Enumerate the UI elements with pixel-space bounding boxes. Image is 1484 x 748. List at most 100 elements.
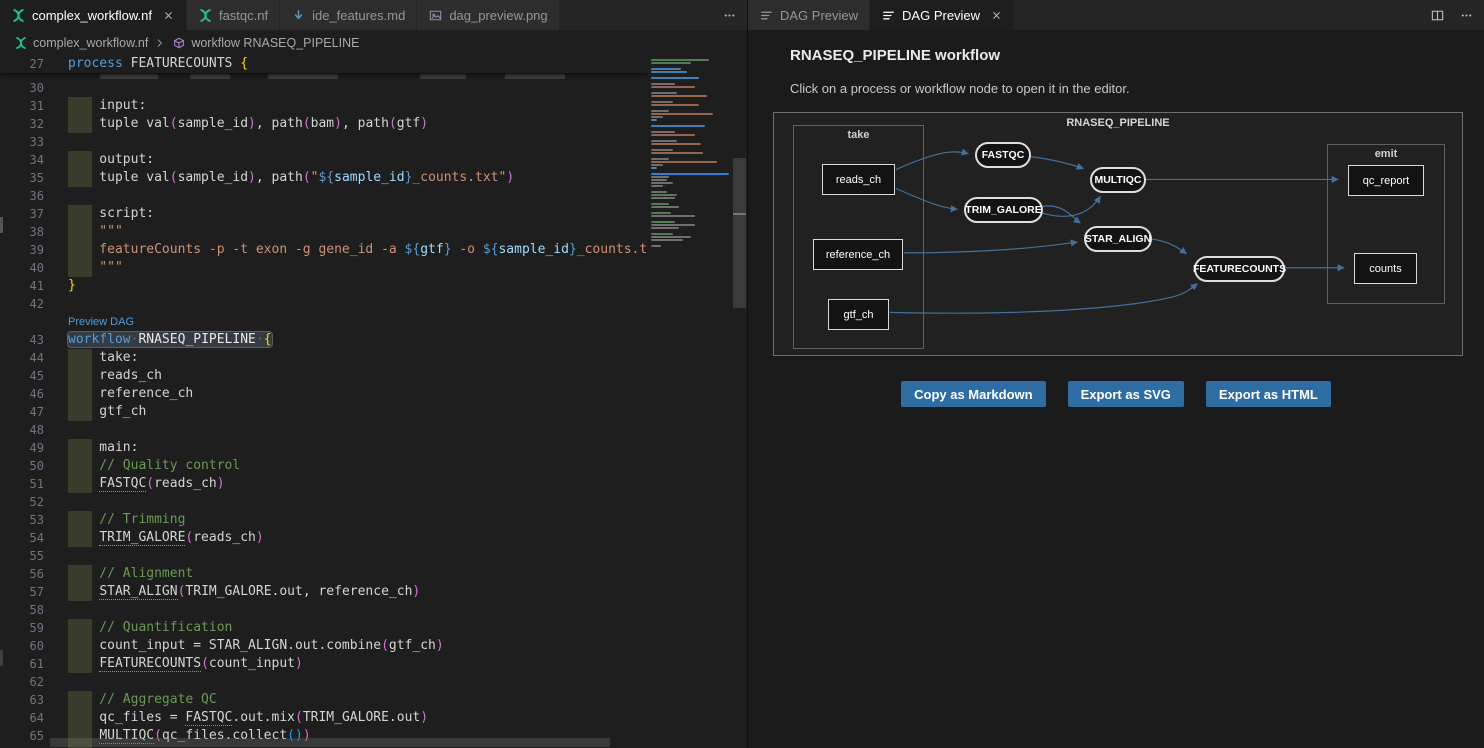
tab-left-ide-features-md[interactable]: ide_features.md <box>280 0 417 30</box>
occurrence-highlight: workflow·RNASEQ_PIPELINE·{ <box>68 332 272 347</box>
line-number: 50 <box>0 457 44 475</box>
tab-label: fastqc.nf <box>219 8 268 23</box>
code-line[interactable]: 35 tuple val(sample_id), path("${sample_… <box>0 169 648 187</box>
dag-edge-FASTQC-to-MULTIQC <box>1031 157 1084 169</box>
code-line[interactable]: 55 <box>0 547 648 565</box>
dag-edge-reference_ch-to-STAR_ALIGN <box>904 242 1078 253</box>
minimap[interactable] <box>648 55 732 748</box>
code-line[interactable]: 64 qc_files = FASTQC.out.mix(TRIM_GALORE… <box>0 709 648 727</box>
sticky-scroll-line[interactable]: 27process FEATURECOUNTS { <box>0 55 648 73</box>
line-number: 37 <box>0 205 44 223</box>
code-line[interactable]: 60 count_input = STAR_ALIGN.out.combine(… <box>0 637 648 655</box>
more-actions-icon[interactable] <box>722 8 737 23</box>
code-line[interactable]: 27process FEATURECOUNTS { <box>0 55 648 73</box>
right-tabbar: DAG PreviewDAG Preview <box>748 0 1484 30</box>
dag-node-fastqc[interactable]: FASTQC <box>975 142 1031 168</box>
preview-dag-codelens-link[interactable]: Preview DAG <box>68 313 134 331</box>
breadcrumb-symbol[interactable]: workflow RNASEQ_PIPELINE <box>191 36 359 50</box>
code-line[interactable]: 39 featureCounts -p -t exon -g gene_id -… <box>0 241 648 259</box>
tab-label: dag_preview.png <box>449 8 547 23</box>
line-number: 27 <box>0 55 44 73</box>
code-editor[interactable]: 27process FEATURECOUNTS { 3031 input:32 … <box>0 55 747 748</box>
code-line[interactable]: 38 """ <box>0 223 648 241</box>
more-actions-icon[interactable] <box>1459 8 1474 23</box>
nextflow-icon <box>198 8 213 23</box>
code-line[interactable]: 48 <box>0 421 648 439</box>
code-line[interactable]: 61 FEATURECOUNTS(count_input) <box>0 655 648 673</box>
code-line[interactable]: 45 reads_ch <box>0 367 648 385</box>
chevron-right-icon <box>153 36 167 50</box>
code-line[interactable]: 40 """ <box>0 259 648 277</box>
line-number: 52 <box>0 493 44 511</box>
dag-node-gtf_ch[interactable]: gtf_ch <box>828 299 889 330</box>
code-line[interactable]: 33 <box>0 133 648 151</box>
code-line[interactable]: 58 <box>0 601 648 619</box>
code-text: } <box>68 277 76 295</box>
tab-left-dag-preview-png[interactable]: dag_preview.png <box>417 0 559 30</box>
code-line[interactable]: 54 TRIM_GALORE(reads_ch) <box>0 529 648 547</box>
code-line[interactable]: 47 gtf_ch <box>0 403 648 421</box>
code-line[interactable]: 49 main: <box>0 439 648 457</box>
code-text: tuple val(sample_id), path("${sample_id}… <box>68 169 514 187</box>
close-icon[interactable] <box>990 9 1003 22</box>
code-line[interactable]: 52 <box>0 493 648 511</box>
line-number: 45 <box>0 367 44 385</box>
line-number: 57 <box>0 583 44 601</box>
code-line[interactable]: 34 output: <box>0 151 648 169</box>
code-line[interactable]: 32 tuple val(sample_id), path(bam), path… <box>0 115 648 133</box>
tab-label: ide_features.md <box>312 8 405 23</box>
code-line[interactable]: 51 FASTQC(reads_ch) <box>0 475 648 493</box>
code-line[interactable]: 37 script: <box>0 205 648 223</box>
horizontal-scrollbar[interactable] <box>50 738 610 747</box>
dag-node-reference_ch[interactable]: reference_ch <box>813 239 903 270</box>
line-number: 56 <box>0 565 44 583</box>
export-as-svg-button[interactable]: Export as SVG <box>1068 381 1184 407</box>
code-line[interactable]: 57 STAR_ALIGN(TRIM_GALORE.out, reference… <box>0 583 648 601</box>
code-text: featureCounts -p -t exon -g gene_id -a $… <box>68 241 648 259</box>
code-line[interactable]: 50 // Quality control <box>0 457 648 475</box>
vertical-scrollbar[interactable] <box>733 158 746 308</box>
code-line[interactable]: 41} <box>0 277 648 295</box>
line-number: 62 <box>0 673 44 691</box>
tab-left-complex-workflow-nf[interactable]: complex_workflow.nf <box>0 0 187 30</box>
partially-scrolled-line <box>0 73 648 79</box>
dag-node-counts[interactable]: counts <box>1354 253 1417 284</box>
tab-right-dag-preview[interactable]: DAG Preview <box>870 0 1015 30</box>
line-number: 53 <box>0 511 44 529</box>
code-line[interactable]: 43workflow·RNASEQ_PIPELINE·{ <box>0 331 648 349</box>
code-line[interactable]: 30 <box>0 79 648 97</box>
dag-node-trim_galore[interactable]: TRIM_GALORE <box>964 197 1043 223</box>
breadcrumb-file[interactable]: complex_workflow.nf <box>33 36 148 50</box>
code-line[interactable]: 62 <box>0 673 648 691</box>
dag-node-featurecounts[interactable]: FEATURECOUNTS <box>1194 256 1285 282</box>
symbol-workflow-icon <box>172 36 186 50</box>
code-lines[interactable]: 3031 input:32 tuple val(sample_id), path… <box>0 79 648 748</box>
code-line[interactable]: 42 <box>0 295 648 313</box>
split-editor-icon[interactable] <box>1430 8 1445 23</box>
code-line[interactable]: 31 input: <box>0 97 648 115</box>
copy-as-markdown-button[interactable]: Copy as Markdown <box>901 381 1045 407</box>
code-line[interactable]: 46 reference_ch <box>0 385 648 403</box>
close-icon[interactable] <box>162 9 175 22</box>
dag-node-reads_ch[interactable]: reads_ch <box>822 164 895 195</box>
dag-node-star_align[interactable]: STAR_ALIGN <box>1084 226 1152 252</box>
tab-right-dag-preview[interactable]: DAG Preview <box>748 0 870 30</box>
code-line[interactable]: 59 // Quantification <box>0 619 648 637</box>
code-text: input: <box>68 97 146 115</box>
export-as-html-button[interactable]: Export as HTML <box>1206 381 1331 407</box>
code-line[interactable]: 36 <box>0 187 648 205</box>
tab-left-fastqc-nf[interactable]: fastqc.nf <box>187 0 280 30</box>
code-text: output: <box>68 151 154 169</box>
code-line[interactable]: 63 // Aggregate QC <box>0 691 648 709</box>
line-number: 63 <box>0 691 44 709</box>
code-line[interactable]: 56 // Alignment <box>0 565 648 583</box>
dag-node-multiqc[interactable]: MULTIQC <box>1090 167 1146 193</box>
code-line[interactable]: 44 take: <box>0 349 648 367</box>
tabbar-actions <box>722 0 737 30</box>
tab-label: complex_workflow.nf <box>32 8 152 23</box>
code-text: script: <box>68 205 154 223</box>
dag-node-qc_report[interactable]: qc_report <box>1348 165 1424 196</box>
code-line[interactable]: 53 // Trimming <box>0 511 648 529</box>
dag-edge-reads_ch-to-FASTQC <box>896 152 968 170</box>
code-text: gtf_ch <box>68 403 146 421</box>
